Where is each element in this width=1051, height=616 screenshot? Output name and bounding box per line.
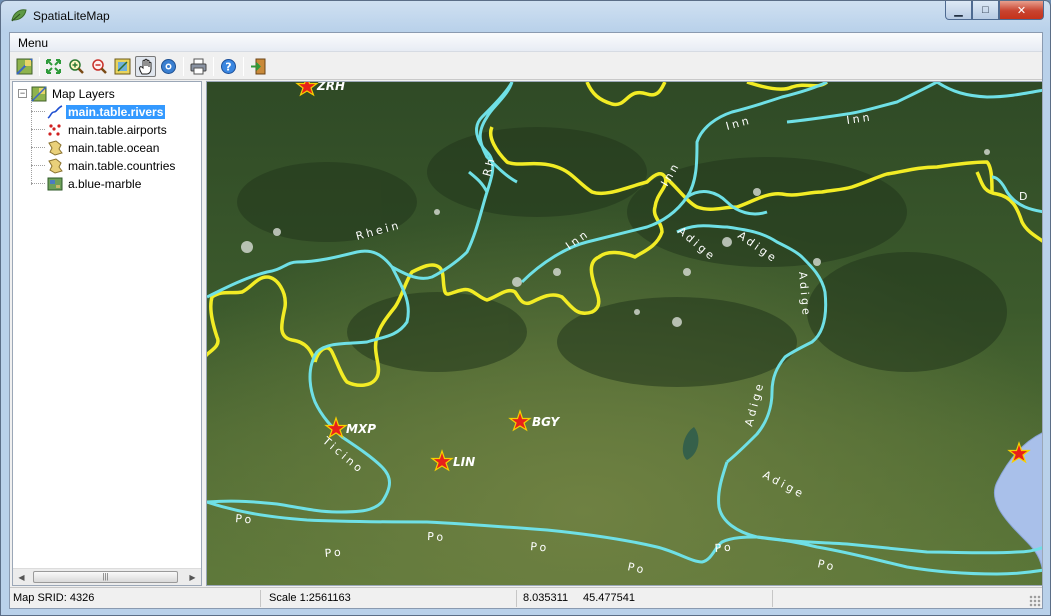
tree-layer-airports[interactable]: main.table.airports	[47, 121, 169, 138]
print-icon	[190, 58, 207, 75]
tree-layer-label: main.table.countries	[68, 158, 176, 173]
tree-layer-label: main.table.rivers	[66, 104, 166, 119]
client-area: Menu ? − Map Layers main.table.rivers ma…	[9, 32, 1043, 609]
print-button[interactable]	[188, 56, 209, 77]
map-layers-icon	[31, 85, 47, 102]
help-button[interactable]: ?	[218, 56, 239, 77]
status-scale: Scale 1:2561163	[269, 592, 351, 604]
zoom-out-icon	[92, 59, 107, 74]
zoom-out-button[interactable]	[89, 56, 110, 77]
resize-grip[interactable]	[1029, 595, 1041, 607]
window-controls: ▁ □ ✕	[945, 1, 1044, 21]
layer-tree: − Map Layers main.table.rivers main.tabl…	[12, 81, 202, 586]
airport-label: LIN	[453, 455, 475, 469]
tree-root-label: Map Layers	[52, 86, 115, 101]
pan-button[interactable]	[135, 56, 156, 77]
tree-layer-blue-marble[interactable]: a.blue-marble	[47, 175, 143, 192]
close-button[interactable]: ✕	[999, 1, 1044, 20]
zoom-in-icon	[69, 59, 84, 74]
polygon-layer-icon	[47, 139, 63, 156]
zoom-in-button[interactable]	[66, 56, 87, 77]
application-window: SpatiaLiteMap ▁ □ ✕ Menu ? − Map Layers …	[0, 0, 1051, 616]
scroll-right-arrow[interactable]: ▶	[184, 569, 201, 585]
tree-root-map-layers[interactable]: Map Layers	[31, 85, 117, 102]
tree-layer-label: a.blue-marble	[68, 176, 142, 191]
svg-text:?: ?	[225, 61, 231, 74]
polygon-layer-icon	[47, 157, 63, 174]
scroll-thumb[interactable]: |||	[33, 571, 178, 583]
airport-label: BGY	[532, 415, 561, 429]
toolbar: ?	[10, 53, 1042, 80]
menu-bar: Menu	[10, 33, 1042, 52]
map-layers-icon	[16, 58, 33, 75]
airport-label: ZRH	[316, 82, 345, 93]
tree-layer-countries[interactable]: main.table.countries	[47, 157, 177, 174]
maximize-button[interactable]: □	[972, 1, 999, 20]
map-canvas[interactable]: Rhein Rh Inn Inn Inn Inn Adige Adige Adi…	[206, 81, 1043, 586]
window-title: SpatiaLiteMap	[33, 9, 110, 23]
river-label: Po	[235, 512, 255, 527]
river-label: Po	[324, 545, 344, 560]
map-svg[interactable]: Rhein Rh Inn Inn Inn Inn Adige Adige Adi…	[207, 82, 1043, 586]
river-line-icon	[47, 104, 63, 120]
exit-button[interactable]	[248, 56, 269, 77]
zoom-full-icon	[46, 59, 61, 74]
airport-points-icon	[47, 122, 63, 138]
status-x-coordinate: 8.035311	[523, 592, 569, 604]
tree-layer-rivers[interactable]: main.table.rivers	[47, 103, 166, 120]
tree-layer-label: main.table.ocean	[68, 140, 160, 155]
exit-icon	[251, 58, 266, 75]
map-layers-button[interactable]	[14, 56, 35, 77]
identify-icon	[114, 58, 131, 75]
airport-label: MXP	[346, 422, 376, 436]
tree-layer-ocean[interactable]: main.table.ocean	[47, 139, 161, 156]
scroll-left-arrow[interactable]: ◀	[13, 569, 30, 585]
info-icon	[161, 59, 176, 74]
status-y-coordinate: 45.477541	[583, 592, 635, 604]
minimize-button[interactable]: ▁	[945, 1, 972, 20]
identify-button[interactable]	[112, 56, 133, 77]
app-leaf-icon	[11, 9, 27, 22]
river-label: Po	[427, 530, 447, 544]
title-bar[interactable]: SpatiaLiteMap ▁ □ ✕	[1, 1, 1050, 31]
status-bar: Map SRID: 4326 Scale 1:2561163 8.035311 …	[10, 587, 1042, 608]
tree-expander[interactable]: −	[18, 89, 27, 98]
river-label: D	[1019, 190, 1030, 203]
help-icon: ?	[221, 59, 236, 74]
zoom-full-button[interactable]	[43, 56, 64, 77]
tree-horizontal-scrollbar[interactable]: ◀ ||| ▶	[13, 568, 201, 585]
raster-layer-icon	[47, 176, 63, 192]
river-label: Po	[530, 540, 550, 555]
menu-item-menu[interactable]: Menu	[18, 36, 48, 50]
river-label: Po	[714, 540, 734, 555]
status-srid: Map SRID: 4326	[13, 592, 95, 604]
pan-hand-icon	[139, 58, 152, 75]
tree-layer-label: main.table.airports	[68, 122, 167, 137]
info-button[interactable]	[158, 56, 179, 77]
